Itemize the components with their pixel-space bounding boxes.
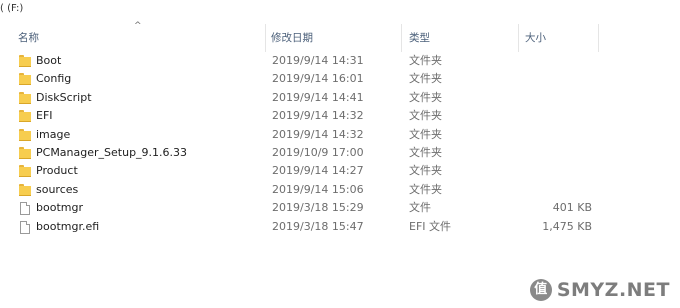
file-type: EFI 文件 bbox=[409, 219, 452, 233]
file-row[interactable]: image 2019/9/14 14:32 文件夹 bbox=[0, 126, 600, 144]
file-date: 2019/9/14 16:01 bbox=[272, 72, 364, 86]
column-header-date-modified[interactable]: 修改日期 bbox=[265, 24, 401, 52]
file-name: sources bbox=[36, 182, 79, 196]
file-name: image bbox=[36, 127, 71, 141]
file-row[interactable]: Boot 2019/9/14 14:31 文件夹 bbox=[0, 52, 600, 70]
folder-icon bbox=[19, 73, 31, 86]
file-type: 文件夹 bbox=[409, 109, 442, 123]
file-type: 文件夹 bbox=[409, 164, 442, 178]
file-date: 2019/10/9 17:00 bbox=[272, 145, 364, 159]
file-row[interactable]: DiskScript 2019/9/14 14:41 文件夹 bbox=[0, 89, 600, 107]
file-name: Product bbox=[36, 164, 78, 178]
file-date: 2019/9/14 14:31 bbox=[272, 54, 364, 67]
folder-icon bbox=[19, 91, 31, 105]
file-size bbox=[512, 70, 592, 88]
file-size bbox=[512, 89, 592, 107]
file-name: PCManager_Setup_9.1.6.33 bbox=[36, 145, 188, 159]
file-row[interactable]: Config 2019/9/14 16:01 文件夹 bbox=[0, 70, 600, 88]
address-breadcrumb[interactable]: ( (F:) bbox=[0, 3, 23, 17]
file-date: 2019/3/18 15:47 bbox=[272, 219, 364, 233]
file-size: 1,475 KB bbox=[542, 219, 592, 233]
file-name: bootmgr bbox=[36, 201, 83, 215]
file-name: bootmgr.efi bbox=[36, 219, 100, 233]
column-header-size[interactable]: 大小 bbox=[518, 24, 600, 52]
file-size bbox=[512, 162, 592, 180]
file-size bbox=[512, 52, 592, 70]
file-date: 2019/3/18 15:29 bbox=[272, 201, 364, 215]
folder-icon bbox=[19, 165, 31, 178]
file-row[interactable]: EFI 2019/9/14 14:32 文件夹 bbox=[0, 107, 600, 125]
file-type: 文件 bbox=[409, 201, 431, 215]
site-watermark: 值 SMYZ.NET bbox=[529, 278, 670, 302]
file-name: Config bbox=[36, 72, 72, 86]
file-name: EFI bbox=[36, 109, 53, 123]
file-row[interactable]: Product 2019/9/14 14:27 文件夹 bbox=[0, 162, 600, 180]
file-row[interactable]: PCManager_Setup_9.1.6.33 2019/10/9 17:00… bbox=[0, 144, 600, 162]
file-date: 2019/9/14 14:27 bbox=[272, 164, 364, 178]
file-size bbox=[512, 107, 592, 125]
file-type: 文件夹 bbox=[409, 72, 442, 86]
file-size bbox=[512, 181, 592, 199]
file-size: 401 KB bbox=[552, 201, 592, 215]
file-size bbox=[512, 126, 592, 144]
folder-icon bbox=[19, 110, 31, 123]
file-type: 文件夹 bbox=[409, 127, 442, 141]
file-type: 文件夹 bbox=[409, 145, 442, 159]
file-row[interactable]: bootmgr.efi 2019/3/18 15:47 EFI 文件 1,475… bbox=[0, 218, 600, 236]
file-type: 文件夹 bbox=[409, 54, 442, 67]
column-header-bar: ^ 名称 修改日期 类型 大小 bbox=[0, 21, 600, 52]
folder-icon bbox=[19, 146, 31, 160]
file-type: 文件夹 bbox=[409, 90, 442, 104]
file-list: Boot 2019/9/14 14:31 文件夹 Config 2019/9/1… bbox=[0, 52, 600, 236]
column-divider[interactable] bbox=[598, 24, 599, 52]
watermark-text: SMYZ.NET bbox=[556, 279, 670, 301]
file-row[interactable]: bootmgr 2019/3/18 15:29 文件 401 KB bbox=[0, 199, 600, 217]
file-icon bbox=[20, 202, 30, 216]
file-icon bbox=[20, 220, 30, 234]
file-type: 文件夹 bbox=[409, 182, 442, 196]
file-date: 2019/9/14 14:41 bbox=[272, 90, 364, 104]
folder-icon bbox=[19, 128, 31, 142]
folder-icon bbox=[19, 55, 31, 68]
folder-icon bbox=[19, 183, 31, 197]
column-header-name[interactable]: 名称 bbox=[0, 24, 265, 52]
file-row[interactable]: sources 2019/9/14 15:06 文件夹 bbox=[0, 181, 600, 199]
file-name: DiskScript bbox=[36, 90, 92, 104]
column-header-type[interactable]: 类型 bbox=[401, 24, 518, 52]
file-date: 2019/9/14 15:06 bbox=[272, 182, 364, 196]
file-date: 2019/9/14 14:32 bbox=[272, 109, 364, 123]
file-size bbox=[512, 144, 592, 162]
file-name: Boot bbox=[36, 54, 62, 67]
file-date: 2019/9/14 14:32 bbox=[272, 127, 364, 141]
watermark-logo-icon: 值 bbox=[529, 279, 552, 301]
